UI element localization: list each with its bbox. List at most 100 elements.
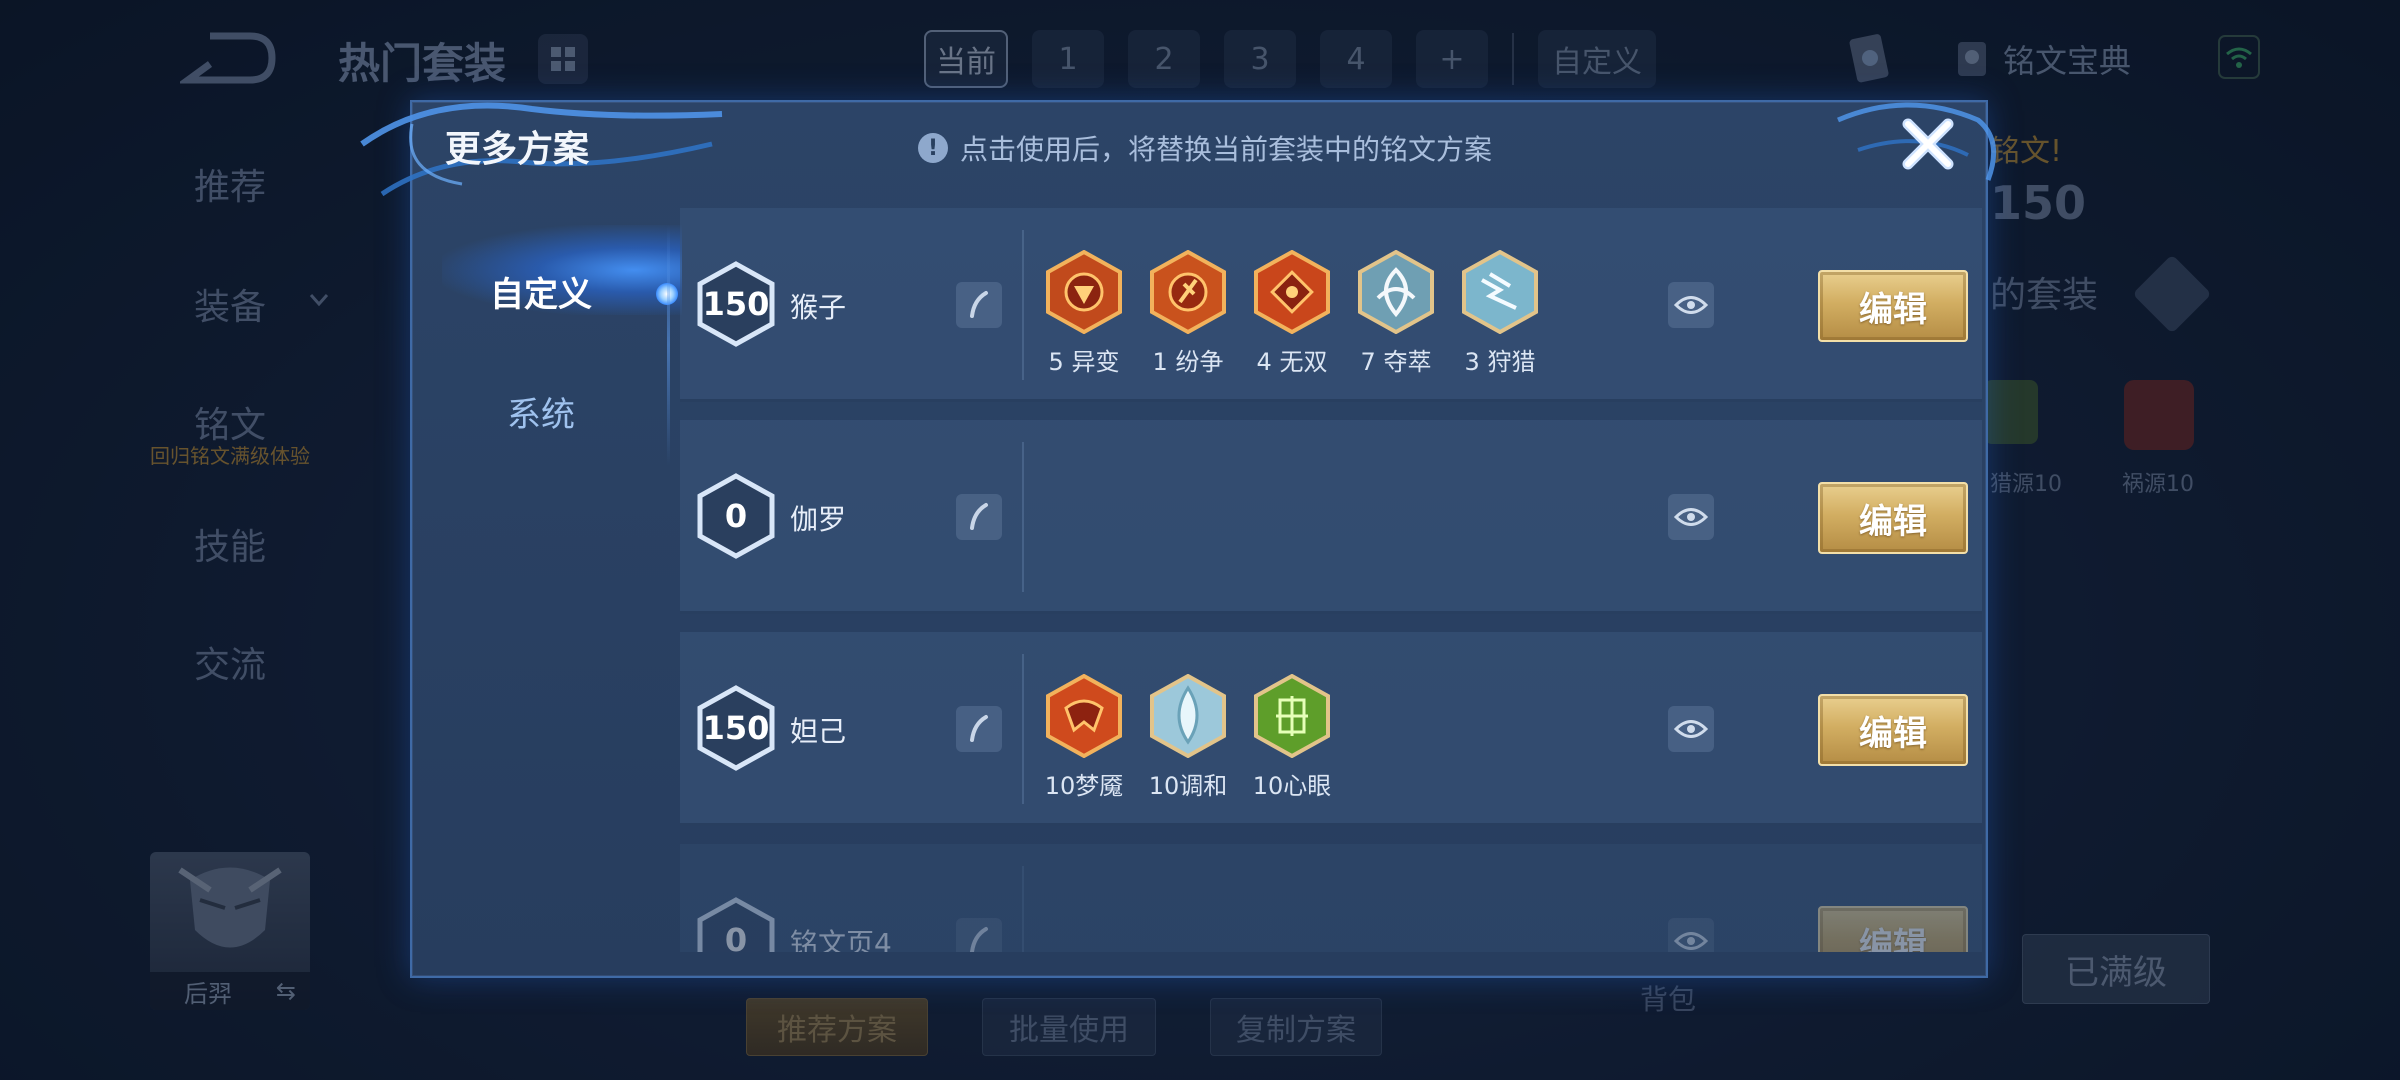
row-separator bbox=[1022, 654, 1024, 804]
preview-button[interactable] bbox=[1668, 282, 1714, 328]
rune-label: 10调和 bbox=[1148, 772, 1228, 800]
side-item-equipment[interactable]: 装备 bbox=[130, 278, 330, 330]
close-icon[interactable] bbox=[1896, 112, 1960, 176]
rune-slot: 4 无双 bbox=[1252, 250, 1332, 377]
codex-badge-icon bbox=[1958, 42, 1986, 76]
swap-icon[interactable]: ⇆ bbox=[276, 977, 296, 1005]
right-level: 150 bbox=[1990, 176, 2087, 230]
rune-slot: 5 异变 bbox=[1044, 250, 1124, 377]
row-separator bbox=[1022, 230, 1024, 380]
tab-add[interactable]: + bbox=[1416, 30, 1488, 88]
rune-label: 7 夺萃 bbox=[1360, 348, 1432, 376]
tab-divider bbox=[667, 225, 670, 465]
rune-slot: 7 夺萃 bbox=[1356, 250, 1436, 377]
tab-page-4[interactable]: 4 bbox=[1320, 30, 1392, 88]
edit-button[interactable]: 编辑 bbox=[1818, 270, 1968, 342]
batch-use-button[interactable]: 批量使用 bbox=[982, 998, 1156, 1056]
plan-row[interactable]: 150 妲己 10梦魇 10调和 10心眼 编辑 bbox=[680, 632, 1982, 826]
rune-slot: 1 纷争 bbox=[1148, 250, 1228, 377]
rune-slot: 3 狩猎 bbox=[1460, 250, 1540, 377]
right-menu-icon[interactable] bbox=[2132, 254, 2212, 334]
preview-button[interactable] bbox=[1668, 706, 1714, 752]
preview-button[interactable] bbox=[1668, 494, 1714, 540]
eye-icon bbox=[1674, 296, 1708, 314]
tab-page-1[interactable]: 1 bbox=[1032, 30, 1104, 88]
rune-label: 10梦魇 bbox=[1044, 772, 1124, 800]
plan-level: 150 bbox=[702, 285, 770, 323]
pen-icon bbox=[970, 291, 988, 318]
right-rune-label-2: 祸源10 bbox=[2122, 472, 2194, 497]
plan-name: 铭文页4 bbox=[790, 927, 892, 952]
plan-name: 猴子 bbox=[790, 291, 847, 324]
rune-label: 10心眼 bbox=[1252, 772, 1332, 800]
rune-red-icon bbox=[1046, 674, 1122, 758]
rune-slot: 10梦魇 bbox=[1044, 674, 1124, 801]
hero-name: 后羿 bbox=[184, 979, 232, 1008]
right-rune-icon bbox=[2124, 380, 2194, 450]
modal-title: 更多方案 bbox=[445, 129, 590, 170]
eye-icon bbox=[1674, 508, 1708, 526]
pen-icon bbox=[970, 715, 988, 742]
side-item-skills[interactable]: 技能 bbox=[130, 518, 330, 570]
tab-custom[interactable]: 自定义 bbox=[1538, 30, 1656, 88]
rune-slot: 10调和 bbox=[1148, 674, 1228, 801]
rune-red-icon bbox=[1046, 250, 1122, 334]
edit-button[interactable]: 编辑 bbox=[1818, 906, 1968, 952]
modal-hint: ! 点击使用后，将替换当前套装中的铭文方案 bbox=[918, 128, 1492, 168]
plan-row[interactable]: 0 伽罗 编辑 bbox=[680, 420, 1982, 614]
rune-book-icon[interactable] bbox=[1845, 30, 1895, 88]
tab-current[interactable]: 当前 bbox=[924, 30, 1008, 88]
hero-portrait bbox=[178, 867, 282, 948]
preview-button[interactable] bbox=[1668, 918, 1714, 952]
side-item-chat[interactable]: 交流 bbox=[130, 636, 330, 688]
rune-blue-icon bbox=[1150, 674, 1226, 758]
side-item-recommend[interactable]: 推荐 bbox=[130, 158, 330, 210]
rune-codex-button[interactable]: 铭文宝典 bbox=[1955, 36, 2131, 82]
rune-red-icon bbox=[1150, 250, 1226, 334]
rename-button[interactable] bbox=[956, 282, 1002, 328]
page-title: 热门套装 bbox=[338, 39, 507, 88]
rename-button[interactable] bbox=[956, 918, 1002, 952]
edit-button[interactable]: 编辑 bbox=[1818, 694, 1968, 766]
copy-plan-button[interactable]: 复制方案 bbox=[1210, 998, 1382, 1056]
maxed-button[interactable]: 已满级 bbox=[2022, 934, 2210, 1004]
tab-custom-plans[interactable]: 自定义 bbox=[412, 267, 670, 316]
page-tabs: 当前 1 2 3 4 + 自定义 bbox=[924, 30, 1656, 88]
eye-icon bbox=[1674, 720, 1708, 738]
hero-card[interactable]: 后羿 ⇆ bbox=[150, 852, 310, 1010]
hero-bar: 后羿 ⇆ bbox=[150, 972, 310, 1010]
tab-separator bbox=[1512, 33, 1514, 85]
plan-name: 伽罗 bbox=[790, 503, 847, 536]
plan-name: 妲己 bbox=[790, 715, 847, 748]
tab-system-plans[interactable]: 系统 bbox=[412, 387, 670, 436]
chevron-down-icon bbox=[309, 294, 329, 307]
rename-button[interactable] bbox=[956, 494, 1002, 540]
right-rune-label-1: 猎源10 bbox=[1990, 472, 2062, 497]
rune-label: 3 狩猎 bbox=[1464, 348, 1536, 376]
right-rune-icon bbox=[1984, 380, 2038, 444]
info-icon: ! bbox=[918, 133, 948, 163]
rune-red-icon bbox=[1254, 250, 1330, 334]
plan-list: 150 猴子 5 异变 1 纷争 4 无双 7 夺萃 3 狩猎 编辑 0 伽罗 … bbox=[680, 208, 1982, 952]
row-separator bbox=[1022, 442, 1024, 592]
back-arrow-icon[interactable] bbox=[180, 28, 280, 88]
plan-row[interactable]: 150 猴子 5 异变 1 纷争 4 无双 7 夺萃 3 狩猎 编辑 bbox=[680, 208, 1982, 402]
modal-tabs: 自定义 系统 bbox=[412, 205, 682, 475]
edit-button[interactable]: 编辑 bbox=[1818, 482, 1968, 554]
recommend-plan-button[interactable]: 推荐方案 bbox=[746, 998, 928, 1056]
wifi-icon bbox=[2218, 35, 2260, 79]
tab-page-3[interactable]: 3 bbox=[1224, 30, 1296, 88]
grid-view-icon[interactable] bbox=[538, 34, 588, 84]
rune-label: 4 无双 bbox=[1256, 348, 1328, 376]
right-banner: 铭文! bbox=[1990, 134, 2063, 169]
right-set-label: 的套装 bbox=[1990, 275, 2099, 316]
bag-label[interactable]: 背包 bbox=[1640, 978, 1696, 1018]
rune-label: 1 纷争 bbox=[1152, 348, 1224, 376]
codex-label: 铭文宝典 bbox=[2003, 42, 2132, 80]
rename-button[interactable] bbox=[956, 706, 1002, 752]
rune-blue-icon bbox=[1358, 250, 1434, 334]
tab-page-2[interactable]: 2 bbox=[1128, 30, 1200, 88]
side-item-runes-note: 回归铭文满级体验 bbox=[150, 444, 310, 468]
rune-blue-icon bbox=[1462, 250, 1538, 334]
plan-row[interactable]: 0 铭文页4 编辑 bbox=[680, 844, 1982, 952]
